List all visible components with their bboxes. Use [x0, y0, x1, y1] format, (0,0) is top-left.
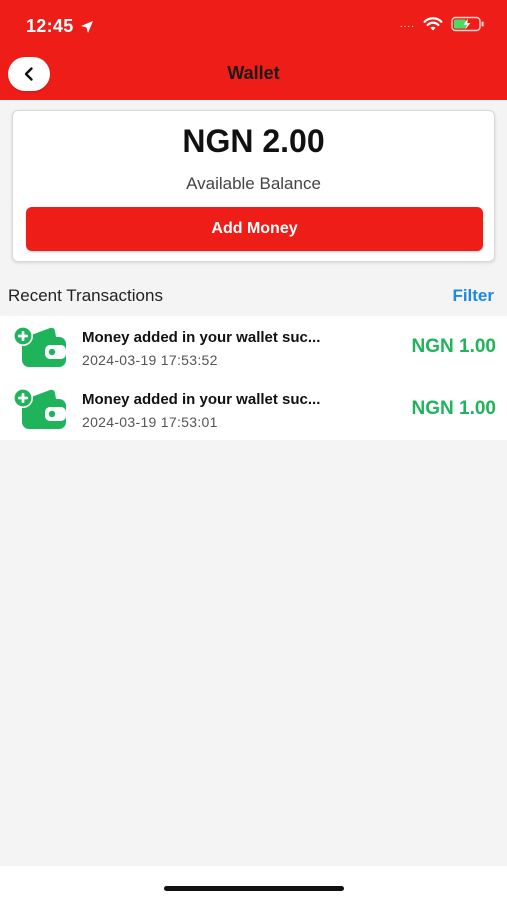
list-item[interactable]: Money added in your wallet suc... 2024-0…	[0, 316, 507, 378]
transaction-amount: NGN 1.00	[411, 398, 496, 419]
transaction-list: Money added in your wallet suc... 2024-0…	[0, 316, 507, 440]
page-title: Wallet	[227, 63, 280, 83]
location-arrow-icon	[80, 20, 93, 33]
wifi-icon	[423, 17, 443, 31]
home-indicator[interactable]	[164, 886, 344, 891]
filter-button[interactable]: Filter	[452, 286, 494, 306]
battery-charging-icon	[451, 16, 484, 32]
status-bar: 12:45 ....	[0, 0, 507, 50]
transaction-amount: NGN 1.00	[411, 336, 496, 357]
app-header: 12:45 .... Wallet	[0, 0, 507, 100]
balance-label: Available Balance	[186, 174, 321, 193]
recent-transactions-title: Recent Transactions	[8, 286, 163, 305]
status-time: 12:45	[26, 16, 94, 37]
wallet-add-icon	[13, 388, 66, 429]
transaction-date: 2024-03-19 17:53:01	[82, 414, 218, 430]
balance-card: NGN 2.00 Available Balance Add Money	[12, 110, 495, 262]
clock-label: 12:45	[26, 16, 74, 36]
list-item[interactable]: Money added in your wallet suc... 2024-0…	[0, 378, 507, 440]
transaction-date: 2024-03-19 17:53:52	[82, 352, 218, 368]
add-money-button[interactable]: Add Money	[26, 207, 483, 251]
balance-amount: NGN 2.00	[182, 123, 325, 159]
wallet-add-icon	[13, 326, 66, 367]
transaction-title: Money added in your wallet suc...	[82, 391, 321, 408]
status-icons: ....	[400, 16, 485, 32]
bottom-safe-area	[0, 866, 507, 900]
transaction-title: Money added in your wallet suc...	[82, 329, 321, 346]
signal-dots: ....	[399, 18, 415, 30]
